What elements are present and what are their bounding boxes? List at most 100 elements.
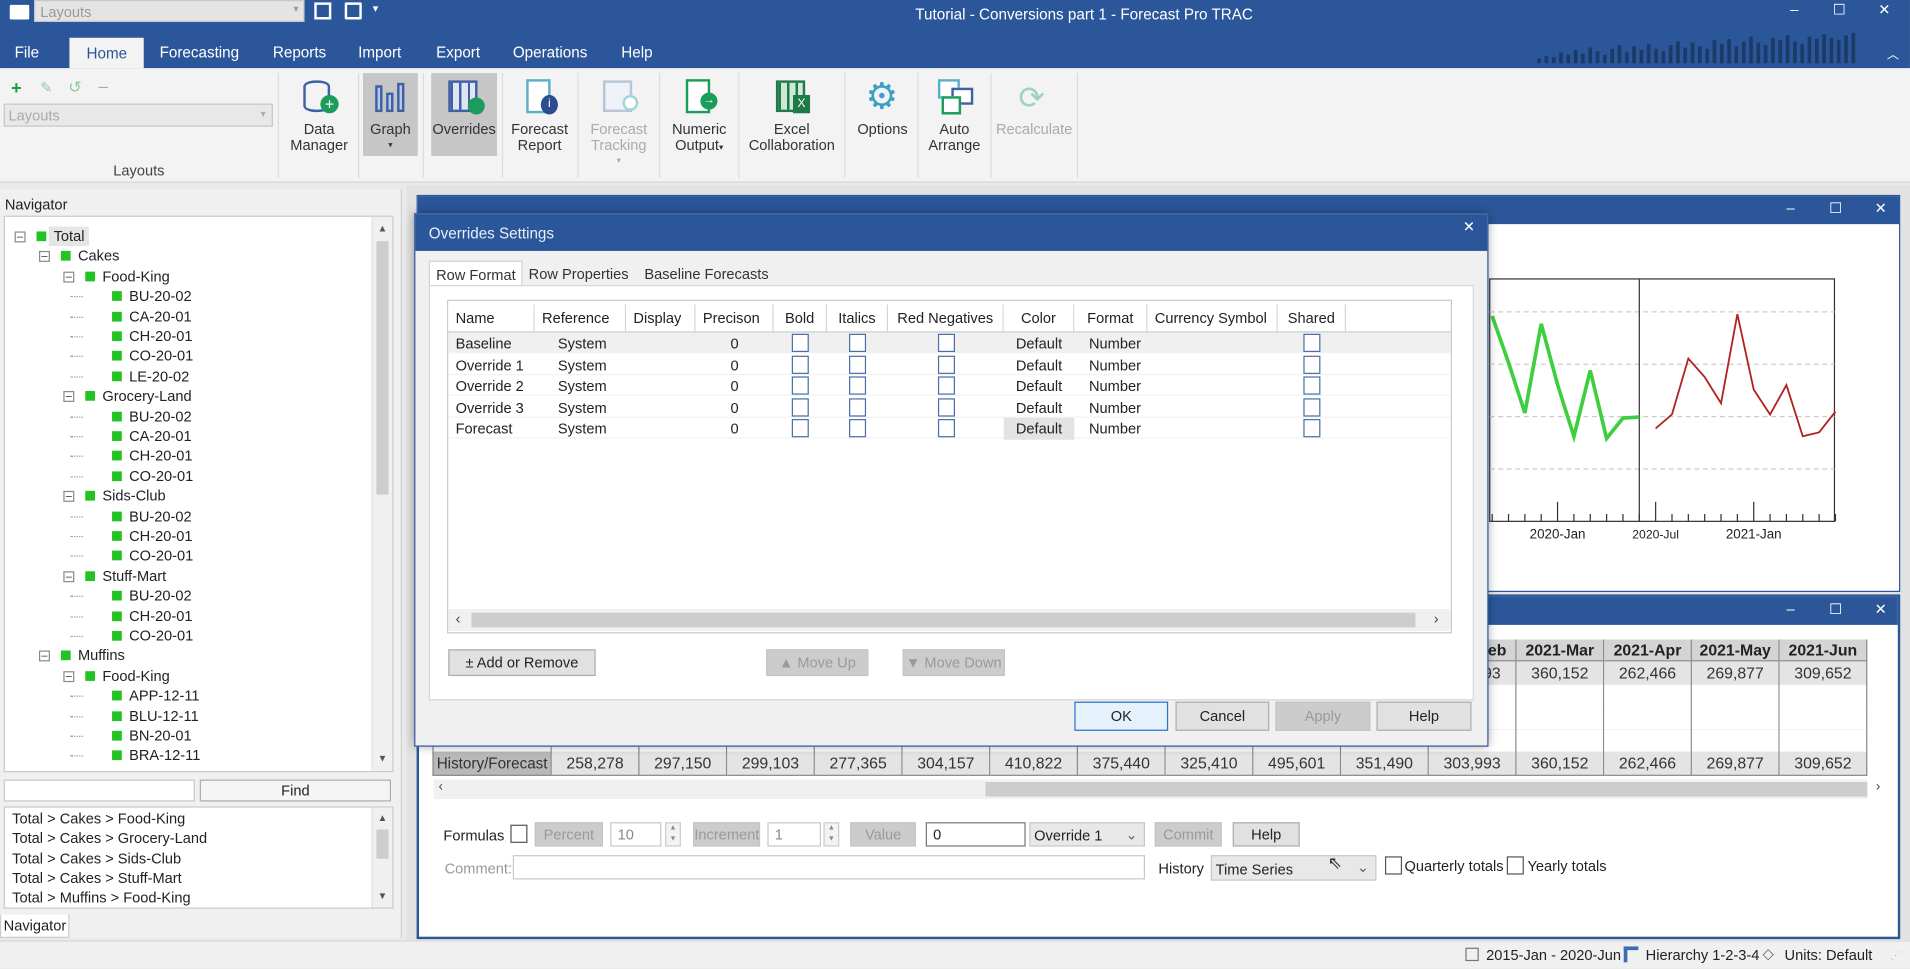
cancel-button[interactable]: Cancel: [1175, 701, 1270, 731]
collapse-icon[interactable]: –: [63, 491, 75, 503]
italics-checkbox[interactable]: [849, 397, 867, 416]
value-input[interactable]: 0: [925, 822, 1026, 847]
overrides-button[interactable]: Overrides: [431, 73, 497, 156]
windows-icon[interactable]: [344, 2, 362, 20]
undo-layout-icon[interactable]: ↺: [68, 78, 81, 97]
column-header[interactable]: 2021-Mar: [1516, 639, 1605, 662]
precision-cell[interactable]: 0: [696, 396, 774, 418]
color-cell[interactable]: Default: [1004, 396, 1075, 418]
collapse-ribbon-icon[interactable]: ︿: [1887, 44, 1899, 62]
tree-node[interactable]: CO-20-01: [5, 546, 370, 565]
dialog-titlebar[interactable]: Overrides Settings: [415, 214, 1488, 251]
column-header-bold[interactable]: Bold: [773, 304, 828, 332]
tab-home[interactable]: Home: [69, 37, 145, 69]
scroll-thumb[interactable]: [376, 829, 389, 859]
value-cell[interactable]: 269,877: [1691, 661, 1780, 686]
minimize-icon[interactable]: –: [1778, 601, 1802, 618]
find-button[interactable]: Find: [199, 779, 392, 802]
shared-checkbox[interactable]: [1303, 419, 1321, 438]
tree-node[interactable]: BLU-12-11: [5, 706, 370, 725]
tab-forecasting[interactable]: Forecasting: [160, 44, 240, 61]
shared-checkbox[interactable]: [1303, 397, 1321, 416]
value-cell[interactable]: 258,278: [551, 751, 640, 776]
precision-cell[interactable]: 0: [696, 375, 774, 397]
precision-cell[interactable]: 0: [696, 333, 774, 355]
remove-layout-icon[interactable]: –: [99, 76, 108, 95]
date-range[interactable]: 2015-Jan - 2020-Jun: [1486, 946, 1621, 963]
auto-arrange-button[interactable]: Auto Arrange: [922, 73, 987, 158]
forecast-tracking-button[interactable]: Forecast Tracking ▾: [582, 73, 655, 166]
value-cell[interactable]: 410,822: [990, 751, 1079, 776]
tree-node[interactable]: – Stuff-Mart: [5, 566, 370, 585]
percent-spinner[interactable]: ▲ ▼: [665, 822, 681, 847]
currency-cell[interactable]: [1147, 333, 1277, 355]
open-folder-icon[interactable]: [9, 4, 30, 20]
grid-hscrollbar[interactable]: ‹ ›: [448, 609, 1451, 631]
scroll-right-icon[interactable]: ›: [1434, 610, 1439, 627]
scroll-up-icon[interactable]: ▲: [373, 809, 392, 828]
scroll-thumb[interactable]: [376, 241, 389, 495]
minimize-icon[interactable]: –: [1782, 1, 1806, 18]
tab-import[interactable]: Import: [358, 44, 401, 61]
hierarchy-status[interactable]: Hierarchy 1-2-3-4: [1646, 946, 1760, 963]
column-header-precison[interactable]: Precison: [695, 304, 774, 332]
dialog-help-button[interactable]: Help: [1376, 701, 1472, 731]
bold-checkbox[interactable]: [791, 355, 809, 374]
value-cell[interactable]: 277,365: [814, 751, 903, 776]
tab-row-format[interactable]: Row Format: [428, 260, 523, 288]
tree-node[interactable]: – Muffins: [5, 646, 370, 665]
value-cell[interactable]: 309,652: [1779, 661, 1868, 686]
currency-cell[interactable]: [1147, 418, 1277, 440]
graph-button[interactable]: Graph ▾: [362, 73, 418, 156]
format-cell[interactable]: Number: [1074, 375, 1147, 397]
tree-node[interactable]: BN-20-01: [5, 726, 370, 745]
shared-checkbox[interactable]: [1303, 376, 1321, 395]
tab-baseline-forecasts[interactable]: Baseline Forecasts: [638, 261, 774, 287]
italics-checkbox[interactable]: [849, 376, 867, 395]
ok-button[interactable]: OK: [1074, 701, 1169, 731]
tab-file[interactable]: File: [15, 44, 40, 61]
tree-node[interactable]: – Total: [5, 226, 370, 247]
navigator-search-input[interactable]: [3, 779, 195, 802]
column-header-reference[interactable]: Reference: [534, 304, 627, 332]
maximize-icon[interactable]: ☐: [1823, 601, 1847, 618]
value-cell[interactable]: 262,466: [1604, 751, 1692, 776]
italics-checkbox[interactable]: [849, 355, 867, 374]
red-negatives-checkbox[interactable]: [937, 355, 955, 374]
close-icon[interactable]: ✕: [1869, 200, 1893, 217]
value-cell[interactable]: [1691, 729, 1780, 754]
dialog-close-icon[interactable]: ✕: [1463, 218, 1475, 235]
value-cell[interactable]: 297,150: [639, 751, 728, 776]
red-negatives-checkbox[interactable]: [937, 376, 955, 395]
value-cell[interactable]: [1779, 683, 1868, 709]
currency-cell[interactable]: [1147, 354, 1277, 376]
collapse-icon[interactable]: –: [63, 391, 75, 403]
currency-cell[interactable]: [1147, 396, 1277, 418]
format-cell[interactable]: Number: [1074, 418, 1147, 440]
path-list-scrollbar[interactable]: ▲ ▼: [371, 807, 393, 908]
scroll-left-icon[interactable]: ‹: [456, 610, 461, 627]
tree-node[interactable]: BU-20-02: [5, 286, 370, 305]
customize-toolbar-icon[interactable]: ▾: [373, 2, 379, 15]
scroll-down-icon[interactable]: ▼: [373, 749, 392, 768]
value-cell[interactable]: 269,877: [1691, 751, 1780, 776]
tree-node[interactable]: CH-20-01: [5, 446, 370, 465]
tree-node[interactable]: BU-20-02: [5, 586, 370, 605]
grid-row[interactable]: Forecast System 0 Default Number: [448, 417, 1451, 440]
value-cell[interactable]: 304,157: [902, 751, 991, 776]
color-cell[interactable]: Default: [1003, 417, 1075, 440]
scroll-up-icon[interactable]: ▲: [373, 219, 392, 238]
column-header-italics[interactable]: Italics: [827, 304, 888, 332]
value-cell[interactable]: [1516, 729, 1605, 754]
value-cell[interactable]: [1604, 683, 1692, 709]
value-cell[interactable]: [1516, 706, 1605, 731]
tab-row-properties[interactable]: Row Properties: [523, 261, 635, 287]
close-icon[interactable]: ✕: [1869, 601, 1893, 618]
column-header[interactable]: 2021-Jun: [1779, 639, 1868, 662]
quick-layouts-combo[interactable]: Layouts ▾: [34, 0, 305, 22]
italics-checkbox[interactable]: [849, 333, 867, 353]
tree-node[interactable]: BU-20-02: [5, 506, 370, 525]
path-list-item[interactable]: Total > Cakes > Sids-Club: [12, 850, 181, 867]
scroll-thumb[interactable]: [471, 612, 1416, 628]
recalculate-button[interactable]: ⟳ Recalculate: [994, 73, 1074, 158]
